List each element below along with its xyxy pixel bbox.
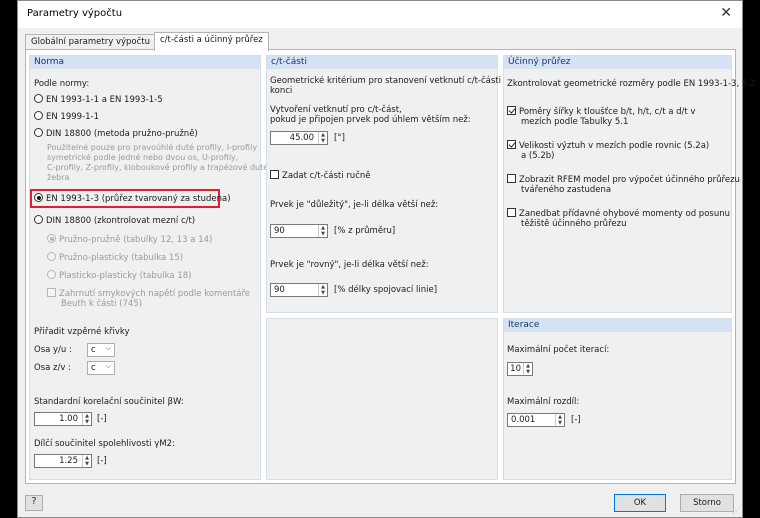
checkbox-icon (270, 170, 279, 179)
spinner-arrows-icon[interactable]: ▲ ▼ (318, 132, 327, 144)
checkbox-icon (507, 208, 516, 217)
check-neglect-moments[interactable]: Zanedbat přídavné ohybové momenty od pos… (507, 208, 730, 229)
radio-icon (34, 128, 43, 137)
chevron-down-icon: ⌵ (105, 362, 111, 370)
spinner-arrows-icon[interactable]: ▲ ▼ (82, 413, 91, 425)
gamma-unit: [-] (97, 456, 107, 466)
check-shear-stress[interactable]: Zahrnutí smykových napětí podle komentář… (47, 288, 250, 309)
chevron-down-icon: ⌵ (105, 344, 111, 352)
ct-header: c/t-části (267, 56, 497, 69)
radio-plastic-plastic[interactable]: Plasticko-plasticky (tabulka 18) (47, 270, 191, 281)
resize-grip-icon[interactable]: ⋰ (732, 506, 740, 515)
max-diff-label: Maximální rozdíl: (507, 397, 580, 407)
check-width-ratios[interactable]: Poměry šířky k tloušťce b/t, h/t, c/t a … (507, 106, 695, 127)
title-bar: Parametry výpočtu ✕ (18, 1, 742, 28)
radio-din18800-elastic[interactable]: DIN 18800 (metoda pružno-pružně) (34, 128, 198, 139)
important-unit: [% z průměru] (334, 226, 396, 236)
checkbox-icon (507, 140, 516, 149)
radio-en1993-1-1[interactable]: EN 1993-1-1 a EN 1993-1-5 (34, 94, 163, 105)
iterace-header: Iterace (504, 319, 731, 332)
check-manual-ct[interactable]: Zadat c/t-části ručně (270, 170, 371, 181)
straight-spinner[interactable]: 90 ▲ ▼ (270, 283, 328, 297)
ct-create-label: Vytvoření vetknutí pro c/t-část, pokud j… (270, 105, 471, 125)
radio-en1993-1-3[interactable]: EN 1993-1-3 (průřez tvarovaný za studena… (34, 193, 231, 204)
spinner-arrows-icon[interactable]: ▲ ▼ (318, 284, 327, 296)
radio-din18800-ct[interactable]: DIN 18800 (zkontrolovat mezní c/t) (34, 215, 195, 226)
spinner-arrows-icon[interactable]: ▲ ▼ (555, 414, 564, 426)
checkbox-icon (47, 288, 56, 297)
radio-en1999[interactable]: EN 1999-1-1 (34, 111, 99, 122)
max-iter-spinner[interactable]: 10 ▲ ▼ (507, 362, 533, 376)
angle-spinner[interactable]: 45.00 ▲ ▼ (270, 131, 328, 145)
radio-icon (47, 234, 56, 243)
max-diff-unit: [-] (571, 415, 581, 425)
gamma-label: Dílčí součinitel spolehlivosti γM2: (34, 439, 175, 449)
osa-y-label: Osa y/u : (34, 345, 72, 355)
ucinny-description: Zkontrolovat geometrické rozměry podle E… (507, 79, 756, 89)
empty-panel (266, 318, 498, 480)
tab-global-params[interactable]: Globální parametry výpočtu (25, 34, 156, 50)
gamma-spinner[interactable]: 1.25 ▲ ▼ (34, 454, 92, 468)
ct-description: Geometrické kritérium pro stanovení vetk… (270, 76, 515, 96)
radio-icon (34, 193, 43, 202)
radio-icon (47, 270, 56, 279)
beta-unit: [-] (97, 414, 107, 424)
radio-icon (34, 111, 43, 120)
important-spinner[interactable]: 90 ▲ ▼ (270, 224, 328, 238)
help-icon: ? (31, 496, 37, 507)
osa-y-select[interactable]: c ⌵ (87, 343, 115, 357)
important-label: Prvek je "důležitý", je-li délka větší n… (270, 200, 439, 210)
ok-button[interactable]: OK (614, 494, 666, 512)
beta-spinner[interactable]: 1.00 ▲ ▼ (34, 412, 92, 426)
radio-icon (34, 215, 43, 224)
max-diff-spinner[interactable]: 0.001 ▲ ▼ (507, 413, 565, 427)
checkbox-icon (507, 106, 516, 115)
norma-header: Norma (30, 56, 260, 69)
angle-unit: [°] (334, 133, 345, 143)
max-iter-label: Maximální počet iterací: (507, 345, 610, 355)
osa-z-label: Osa z/v : (34, 363, 71, 373)
spinner-arrows-icon[interactable]: ▲ ▼ (318, 225, 327, 237)
buckling-label: Přiřadit vzpěrné křivky (34, 327, 130, 337)
radio-elastic-plastic[interactable]: Pružno-plasticky (tabulka 15) (47, 252, 183, 263)
checkbox-icon (507, 174, 516, 183)
tab-content: Norma Podle normy: EN 1993-1-1 a EN 1993… (25, 49, 755, 484)
check-stiffener-sizes[interactable]: Velikosti výztuh v mezích podle rovnic (… (507, 140, 709, 161)
window-title: Parametry výpočtu (27, 8, 123, 19)
check-show-rfem-model[interactable]: Zobrazit RFEM model pro výpočet účinného… (507, 174, 740, 195)
podle-normy-label: Podle normy: (34, 79, 90, 89)
ct-panel: c/t-části Geometrické kritérium pro stan… (266, 55, 514, 313)
norma-panel: Norma Podle normy: EN 1993-1-1 a EN 1993… (29, 55, 268, 480)
radio-elastic-elastic[interactable]: Pružno-pružně (tabulky 12, 13 a 14) (47, 234, 212, 245)
cancel-button[interactable]: Storno (680, 494, 734, 512)
spinner-arrows-icon[interactable]: ▲ ▼ (523, 363, 532, 375)
dialog-footer: ? OK Storno ⋰ (18, 489, 742, 517)
radio-icon (47, 252, 56, 261)
beta-label: Standardní korelační součinitel βW: (34, 397, 184, 407)
iterace-panel: Iterace Maximální počet iterací: 10 ▲ ▼ M… (503, 318, 732, 480)
close-icon[interactable]: ✕ (720, 5, 732, 21)
straight-unit: [% délky spojovací linie] (334, 285, 438, 295)
radio-icon (34, 94, 43, 103)
tab-ct-effective[interactable]: c/t-části a účinný průřez (154, 32, 269, 51)
dialog-window: Parametry výpočtu ✕ Globální parametry v… (17, 0, 755, 518)
help-button[interactable]: ? (25, 495, 43, 511)
spinner-arrows-icon[interactable]: ▲ ▼ (82, 455, 91, 467)
osa-z-select[interactable]: c ⌵ (87, 361, 115, 375)
straight-label: Prvek je "rovný", je-li délka větší než: (270, 260, 429, 270)
din-note: Použitelné pouze pro pravoúhlé duté prof… (47, 143, 269, 182)
ucinny-panel: Účinný průřez Zkontrolovat geometrické r… (503, 55, 755, 313)
ucinny-header: Účinný průřez (504, 56, 731, 69)
